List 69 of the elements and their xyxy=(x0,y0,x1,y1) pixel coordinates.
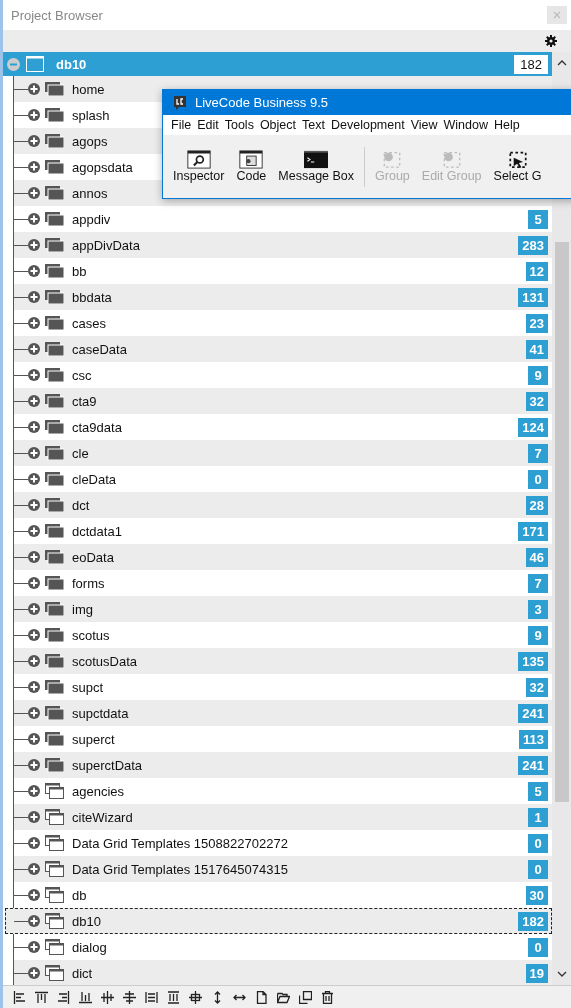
count-badge: 32 xyxy=(525,677,548,697)
card-name: csc xyxy=(72,367,92,383)
card-name: bbdata xyxy=(72,289,112,305)
count-badge: 5 xyxy=(528,209,548,229)
count-badge: 124 xyxy=(518,417,548,437)
count-badge: 182 xyxy=(514,54,548,74)
card-name: bb xyxy=(72,263,87,279)
count-badge: 171 xyxy=(518,521,548,541)
card-name: dct xyxy=(72,497,90,513)
count-badge: 0 xyxy=(528,833,548,853)
card-name: dialog xyxy=(72,939,107,955)
count-badge: 46 xyxy=(525,547,548,567)
card-name: citeWizard xyxy=(72,809,133,825)
count-badge: 0 xyxy=(528,469,548,489)
count-badge: 131 xyxy=(518,287,548,307)
count-badge: 23 xyxy=(525,313,548,333)
count-badge: 182 xyxy=(518,911,548,931)
count-badge: 5 xyxy=(528,781,548,801)
window-title: Project Browser xyxy=(11,7,103,23)
card-name: splash xyxy=(72,107,110,123)
card-name: caseData xyxy=(72,341,127,357)
card-name: scotusData xyxy=(72,653,138,669)
count-badge: 7 xyxy=(528,443,548,463)
card-name: home xyxy=(72,81,105,97)
card-name: cta9 xyxy=(72,393,97,409)
card-name: img xyxy=(72,601,93,617)
card-name: superct xyxy=(72,731,115,747)
count-badge: 1 xyxy=(528,807,548,827)
card-name: appDivData xyxy=(72,237,140,253)
count-badge: 241 xyxy=(518,755,548,775)
count-badge: 28 xyxy=(525,495,548,515)
count-badge: 283 xyxy=(518,235,548,255)
count-badge: 241 xyxy=(518,703,548,723)
count-badge: 135 xyxy=(518,651,548,671)
count-badge: 7 xyxy=(528,573,548,593)
count-badge: 19 xyxy=(525,963,548,983)
card-name: agops xyxy=(72,133,108,149)
card-name: appdiv xyxy=(72,211,111,227)
card-name: forms xyxy=(72,575,105,591)
card-name: dctdata1 xyxy=(72,523,122,539)
card-name: cle xyxy=(72,445,89,461)
count-badge: 113 xyxy=(519,729,548,749)
card-name: eoData xyxy=(72,549,114,565)
count-badge: 12 xyxy=(525,261,548,281)
window-title: LiveCode Business 9.5 xyxy=(195,95,328,110)
card-name: superctData xyxy=(72,757,143,773)
card-name: agencies xyxy=(72,783,125,799)
card-name: supct xyxy=(72,679,104,695)
count-badge: 41 xyxy=(525,339,548,359)
card-name: cases xyxy=(72,315,106,331)
card-name: Data Grid Templates 1508822702272 xyxy=(72,835,288,851)
card-name: supctdata xyxy=(72,705,129,721)
card-name: Data Grid Templates 1517645074315 xyxy=(72,861,288,877)
count-badge: 9 xyxy=(528,625,548,645)
count-badge: 3 xyxy=(528,599,548,619)
card-name: scotus xyxy=(72,627,110,643)
card-name: agopsdata xyxy=(72,159,133,175)
stack-name: db10 xyxy=(56,56,87,72)
card-name: db xyxy=(72,887,87,903)
card-name: cta9data xyxy=(72,419,122,435)
count-badge: 9 xyxy=(528,365,548,385)
count-badge: 32 xyxy=(525,391,548,411)
card-name: annos xyxy=(72,185,108,201)
card-name: db10 xyxy=(72,913,101,929)
card-name: cleData xyxy=(72,471,117,487)
count-badge: 30 xyxy=(525,885,548,905)
count-badge: 0 xyxy=(528,937,548,957)
count-badge: 0 xyxy=(528,859,548,879)
card-name: dict xyxy=(72,965,93,981)
